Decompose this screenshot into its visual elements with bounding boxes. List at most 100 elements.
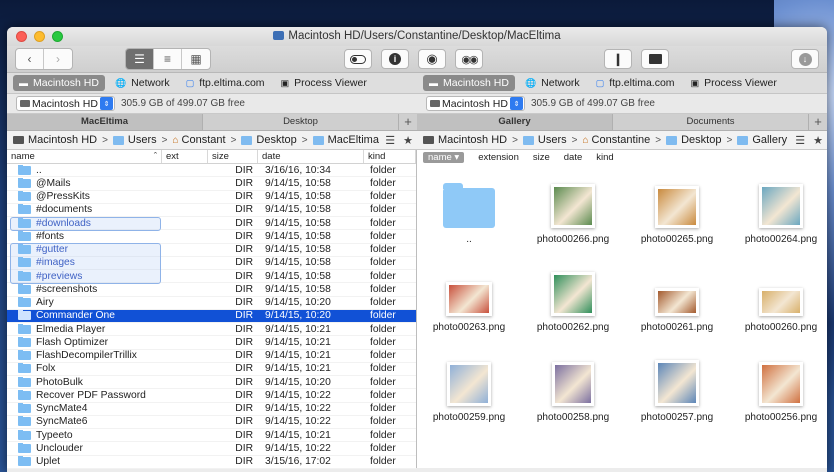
breadcrumb-item[interactable]: Gallery xyxy=(737,134,787,146)
photo-icon xyxy=(759,184,803,228)
thumbnail-caption: photo00258.png xyxy=(536,412,610,423)
breadcrumb-item[interactable]: Desktop xyxy=(666,134,721,146)
column-name[interactable]: name ˆ xyxy=(7,150,162,163)
breadcrumb-item[interactable]: Macintosh HD xyxy=(423,134,507,146)
parent-folder-item[interactable]: .. xyxy=(417,172,521,245)
quick-look-button[interactable]: ◉ xyxy=(418,49,446,69)
file-row[interactable]: Recover PDF Password DIR 9/14/15, 10:22 fol… xyxy=(7,389,416,403)
sort-by-size-button[interactable]: size xyxy=(533,152,550,163)
right-drive-select[interactable]: Macintosh HD ⇕ xyxy=(426,96,525,111)
add-tab-button[interactable]: + xyxy=(399,114,417,130)
file-row[interactable]: #documents DIR 9/14/15, 10:58 folder xyxy=(7,204,416,217)
download-button[interactable]: ↓ xyxy=(791,49,819,69)
file-size: DIR xyxy=(235,244,253,256)
tab-maceltima[interactable]: MacEltima xyxy=(7,114,203,130)
menu-icon[interactable]: ☰ xyxy=(385,134,395,147)
breadcrumb-label: Desktop xyxy=(681,134,722,146)
file-row[interactable]: SyncMate4 DIR 9/14/15, 10:22 folder xyxy=(7,403,416,416)
file-row[interactable]: Elmedia Player DIR 9/14/15, 10:21 folder xyxy=(7,323,416,337)
file-row[interactable]: #screenshots DIR 9/14/15, 10:58 folder xyxy=(7,283,416,297)
file-row[interactable]: SyncMate6 DIR 9/14/15, 10:22 folder xyxy=(7,416,416,429)
folder-icon: ▢ xyxy=(595,77,605,88)
forward-button[interactable]: › xyxy=(44,49,72,69)
favorites-bar: ▬ Macintosh HD 🌐 Network ▢ ftp.eltima.com ▣… xyxy=(7,73,827,94)
right-favorite-ftp[interactable]: ▢ ftp.eltima.com xyxy=(590,75,681,91)
left-favorite-macintosh-hd[interactable]: ▬ Macintosh HD xyxy=(13,75,105,91)
photo-thumbnail-item[interactable]: photo00264.png xyxy=(729,172,827,245)
file-date: 9/14/15, 10:21 xyxy=(265,429,331,441)
menu-icon[interactable]: ☰ xyxy=(795,134,805,147)
photo-thumbnail-item[interactable]: photo00261.png xyxy=(625,260,729,333)
breadcrumb-item[interactable]: ⌂ Constantine xyxy=(583,134,651,146)
file-row[interactable]: Typeeto DIR 9/14/15, 10:21 folder xyxy=(7,429,416,443)
file-row[interactable]: Folx DIR 9/14/15, 10:21 folder xyxy=(7,363,416,376)
thumbnail-view-button[interactable]: ▦ xyxy=(182,49,210,69)
photo-thumbnail-item[interactable]: photo00263.png xyxy=(417,260,521,333)
file-row[interactable]: @PressKits DIR 9/14/15, 10:58 folder xyxy=(7,191,416,204)
tab-documents[interactable]: Documents xyxy=(613,114,809,130)
search-button[interactable]: ◉◉ xyxy=(455,49,483,69)
column-kind[interactable]: kind xyxy=(364,150,416,163)
star-icon[interactable]: ★ xyxy=(403,134,413,147)
list-view-button[interactable]: ☰ xyxy=(126,49,154,69)
breadcrumb-separator: > xyxy=(726,134,733,146)
tab-gallery[interactable]: Gallery xyxy=(417,114,613,130)
photo-thumbnail-item[interactable]: photo00257.png xyxy=(625,350,729,423)
folder-icon: ▢ xyxy=(185,77,195,88)
photo-thumbnail-item[interactable]: photo00259.png xyxy=(417,350,521,423)
left-favorite-ftp[interactable]: ▢ ftp.eltima.com xyxy=(180,75,271,91)
breadcrumb-item[interactable]: Users xyxy=(522,134,567,146)
left-favorite-network[interactable]: 🌐 Network xyxy=(109,75,176,91)
photo-thumbnail-item[interactable]: photo00260.png xyxy=(729,260,827,333)
right-favorite-network[interactable]: 🌐 Network xyxy=(519,75,586,91)
photo-thumbnail-item[interactable]: photo00256.png xyxy=(729,350,827,423)
terminal-button[interactable] xyxy=(641,49,669,69)
photo-icon xyxy=(655,186,699,228)
detail-view-button[interactable]: ≡ xyxy=(154,49,182,69)
breadcrumb-item[interactable]: MacEltima xyxy=(312,134,379,146)
file-row[interactable]: @Mails DIR 9/14/15, 10:58 folder xyxy=(7,177,416,191)
toggle-hidden-button[interactable] xyxy=(344,49,372,69)
breadcrumb-item[interactable]: ⌂ Constant xyxy=(173,134,226,146)
left-drive-select[interactable]: Macintosh HD ⇕ xyxy=(16,96,115,111)
file-row[interactable]: Airy DIR 9/14/15, 10:20 folder xyxy=(7,297,416,310)
file-row[interactable]: #fonts DIR 9/14/15, 10:58 folder xyxy=(7,230,416,244)
tab-desktop[interactable]: Desktop xyxy=(203,114,399,130)
file-name: PhotoBulk xyxy=(36,376,83,388)
column-date[interactable]: date xyxy=(258,150,364,163)
photo-thumbnail-item[interactable]: photo00258.png xyxy=(521,350,625,423)
breadcrumb-item[interactable]: Desktop xyxy=(241,134,297,146)
favorite-label: ftp.eltima.com xyxy=(199,77,265,89)
sort-by-date-button[interactable]: date xyxy=(564,152,583,163)
archive-button[interactable]: ❙ xyxy=(604,49,632,69)
globe-icon: 🌐 xyxy=(114,77,127,88)
star-icon[interactable]: ★ xyxy=(813,134,823,147)
favorite-label: ftp.eltima.com xyxy=(609,77,675,89)
photo-thumbnail-item[interactable]: photo00266.png xyxy=(521,172,625,245)
column-ext[interactable]: ext xyxy=(162,150,208,163)
right-favorite-process-viewer[interactable]: ▣ Process Viewer xyxy=(685,75,783,91)
file-row[interactable]: Uplet DIR 3/15/16, 17:02 folder xyxy=(7,456,416,469)
column-size[interactable]: size xyxy=(208,150,258,163)
back-button[interactable]: ‹ xyxy=(16,49,44,69)
folder-icon xyxy=(18,350,31,361)
file-row[interactable]: Unclouder DIR 9/14/15, 10:22 folder xyxy=(7,442,416,456)
photo-thumbnail-item[interactable]: photo00262.png xyxy=(521,260,625,333)
file-row[interactable]: .. DIR 3/16/16, 10:34 folder xyxy=(7,164,416,178)
info-button[interactable]: i xyxy=(381,49,409,69)
right-favorite-macintosh-hd[interactable]: ▬ Macintosh HD xyxy=(423,75,515,91)
breadcrumb-item[interactable]: Users xyxy=(112,134,157,146)
breadcrumb-label: Gallery xyxy=(752,134,788,146)
file-row[interactable]: Flash Optimizer DIR 9/14/15, 10:21 folder xyxy=(7,336,416,350)
sort-by-extension-button[interactable]: extension xyxy=(478,152,519,163)
add-tab-button[interactable]: + xyxy=(809,114,827,130)
breadcrumb-item[interactable]: Macintosh HD xyxy=(13,134,97,146)
file-date: 9/14/15, 10:21 xyxy=(265,323,331,335)
sort-by-kind-button[interactable]: kind xyxy=(596,152,613,163)
file-row[interactable]: PhotoBulk DIR 9/14/15, 10:20 folder xyxy=(7,376,416,390)
left-favorite-process-viewer[interactable]: ▣ Process Viewer xyxy=(275,75,373,91)
file-row[interactable]: Commander One DIR 9/14/15, 10:20 folder xyxy=(7,309,416,323)
sort-by-name-button[interactable]: name ▾ xyxy=(423,151,465,163)
photo-thumbnail-item[interactable]: photo00265.png xyxy=(625,172,729,245)
file-row[interactable]: FlashDecompilerTrillix DIR 9/14/15, 10:21 f… xyxy=(7,350,416,363)
